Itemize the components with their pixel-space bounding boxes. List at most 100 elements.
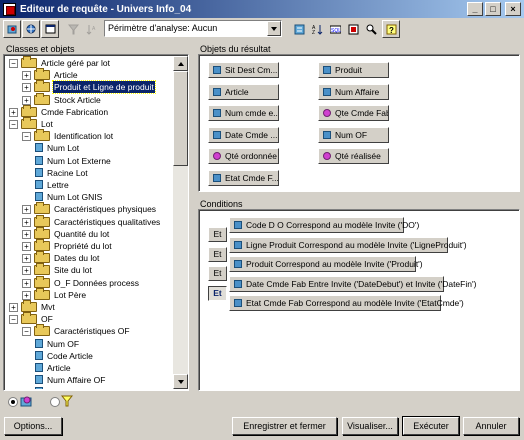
result-object-label: Article (225, 86, 249, 97)
sql-icon: SQL (330, 25, 341, 34)
condition-item[interactable]: Code D O Correspond au modèle Invite ('D… (229, 217, 419, 233)
condition-item[interactable]: Etat Cmde Fab Correspond au modèle Invit… (229, 295, 464, 311)
result-object-button[interactable]: Date Cmde ... (208, 126, 279, 143)
expand-icon[interactable]: + (22, 83, 31, 93)
scroll-up-button[interactable] (173, 56, 188, 71)
tree-item-label: Quantité du lot (54, 228, 110, 239)
collapse-icon[interactable]: − (22, 327, 31, 337)
and-operator-button[interactable]: Et (208, 247, 227, 262)
result-object-button[interactable]: Num Affaire (318, 83, 389, 100)
svg-text:Z: Z (312, 30, 315, 35)
result-object-label: Produit (335, 65, 362, 75)
scroll-down-button[interactable] (173, 374, 188, 389)
dimension-object-icon (35, 167, 43, 177)
result-object-button[interactable]: Etat Cmde F... (208, 170, 279, 186)
sort-az-icon: AZ (312, 25, 323, 35)
cancel-button[interactable]: Annuler (463, 417, 519, 435)
chevron-down-icon[interactable] (267, 21, 281, 36)
and-operator-button[interactable]: Et (208, 266, 227, 281)
tree-item-label: O_F Données process (54, 277, 140, 288)
result-object-button[interactable]: Qte Cmde Fab (318, 105, 389, 122)
tree-item-label: Article (54, 70, 78, 81)
dimension-object-icon (35, 192, 43, 202)
filter-button[interactable] (64, 20, 82, 38)
expand-icon[interactable]: + (22, 278, 31, 288)
scroll-thumb[interactable] (173, 71, 188, 166)
expand-icon[interactable]: + (9, 303, 18, 312)
conditions-label: Conditions (200, 199, 243, 209)
sort-button[interactable]: A (82, 20, 100, 38)
expand-icon[interactable]: + (22, 290, 31, 300)
class-folder-icon (21, 312, 37, 325)
calc-button[interactable] (290, 20, 308, 38)
result-object-button[interactable]: Article (208, 83, 279, 100)
app-icon (3, 2, 16, 16)
tree-scrollbar[interactable] (173, 56, 188, 389)
sort-az-button[interactable]: AZ (308, 20, 326, 38)
minimize-button[interactable]: _ (467, 2, 483, 16)
dimension-object-icon (35, 155, 43, 165)
result-object-button[interactable]: Qté ordonnée (208, 148, 279, 165)
zoom-button[interactable] (362, 20, 380, 38)
result-object-button[interactable]: Num OF (318, 126, 389, 143)
class-folder-icon (34, 287, 50, 300)
filters-view-radio[interactable] (50, 397, 60, 407)
and-operator-button[interactable]: Et (208, 227, 227, 242)
sort-icon: A (86, 25, 96, 35)
help-button[interactable]: ? (382, 20, 400, 38)
condition-item[interactable]: Produit Correspond au modèle Invite ('Pr… (229, 256, 423, 272)
result-object-label: Num Affaire (335, 86, 380, 97)
condition-object-icon (234, 260, 242, 268)
sql-button[interactable]: SQL (326, 20, 344, 38)
collapse-icon[interactable]: − (9, 59, 18, 68)
expand-icon[interactable]: + (22, 229, 31, 239)
title-bar: Editeur de requête - Univers Info_04 _ □… (0, 0, 524, 18)
condition-object-icon (234, 299, 242, 307)
result-object-button[interactable]: Produit (318, 62, 389, 78)
run-button[interactable]: Exécuter (402, 416, 460, 436)
collapse-icon[interactable]: − (9, 315, 18, 325)
scope-combo[interactable]: Périmètre d'analyse: Aucun (104, 20, 282, 37)
dimension-object-icon (35, 363, 43, 372)
tree-item-label: Propriété du lot (54, 241, 112, 251)
dimension-object-icon (35, 180, 43, 189)
expand-icon[interactable]: + (22, 95, 31, 105)
collapse-icon[interactable]: − (22, 132, 31, 142)
options-button[interactable]: Options... (4, 417, 62, 435)
properties-icon (348, 24, 359, 35)
maximize-button[interactable]: □ (485, 2, 501, 16)
condition-text: Date Cmde Fab Entre Invite ('DateDebut')… (246, 278, 477, 289)
class-folder-icon (34, 202, 50, 215)
expand-icon[interactable]: + (9, 107, 18, 117)
window-button[interactable] (41, 20, 59, 38)
close-button[interactable]: × (505, 2, 521, 16)
expand-icon[interactable]: + (22, 205, 31, 215)
objects-view-radio[interactable] (8, 397, 18, 407)
collapse-icon[interactable]: − (9, 120, 18, 129)
properties-button[interactable] (344, 20, 362, 38)
tree-item-label: Num OF (47, 338, 80, 349)
condition-item[interactable]: Date Cmde Fab Entre Invite ('DateDebut')… (229, 275, 476, 292)
expand-icon[interactable]: + (22, 217, 31, 227)
tree-item-label: OF (41, 314, 53, 325)
and-operator-button[interactable]: Et (208, 286, 227, 301)
result-object-button[interactable]: Qté réalisée (318, 148, 389, 165)
class-folder-icon (21, 300, 37, 312)
preview-button[interactable]: Visualiser... (342, 417, 398, 435)
expand-icon[interactable]: + (22, 266, 31, 276)
class-folder-icon (34, 80, 50, 93)
expand-icon[interactable]: + (22, 242, 31, 251)
condition-item[interactable]: Ligne Produit Correspond au modèle Invit… (229, 236, 467, 253)
class-folder-icon (34, 226, 50, 239)
result-object-label: Num cmde e... (225, 108, 279, 119)
expand-icon[interactable]: + (22, 254, 31, 264)
data-button[interactable] (3, 20, 21, 38)
dimension-object-icon (35, 143, 43, 153)
expand-icon[interactable]: + (22, 71, 31, 81)
universe-button[interactable] (22, 20, 40, 38)
universe-icon (26, 24, 36, 34)
result-object-button[interactable]: Sit Dest Cm... (208, 62, 279, 78)
save-close-button[interactable]: Enregistrer et fermer (232, 417, 337, 435)
result-object-button[interactable]: Num cmde e... (208, 105, 279, 122)
dimension-object-icon (35, 350, 43, 360)
